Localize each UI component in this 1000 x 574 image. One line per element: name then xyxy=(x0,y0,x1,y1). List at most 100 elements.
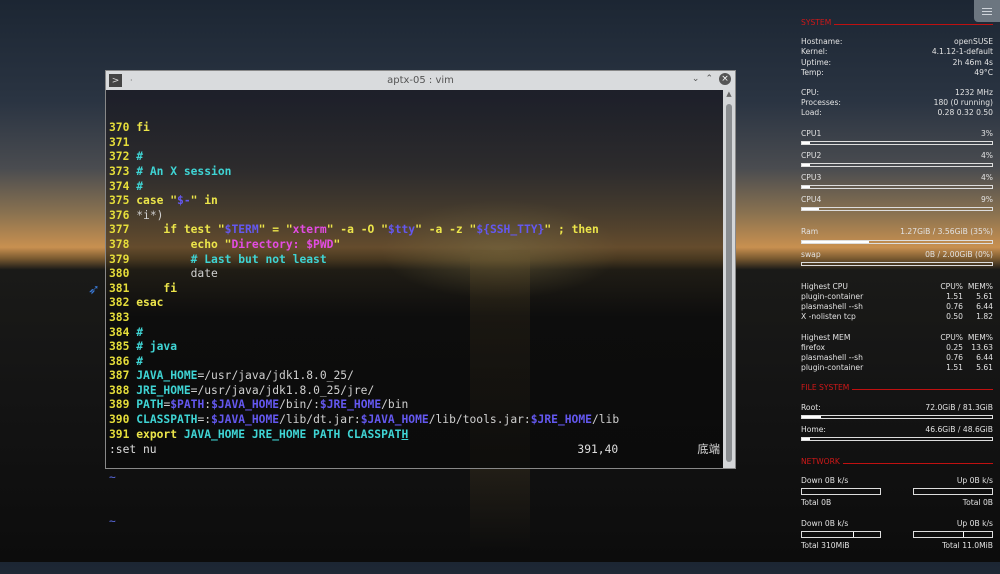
code-token: Directory: $PWD xyxy=(231,237,334,251)
info-label: Temp: xyxy=(801,67,824,77)
code-line: 383 xyxy=(109,311,720,326)
code-token: $JAVA_HOME xyxy=(360,413,429,427)
filesystem-row: Home: 46.6GiB / 48.6GiB xyxy=(801,425,993,435)
code-token: # xyxy=(136,150,144,164)
network-down-column: Down 0B k/s Total 310MiB xyxy=(801,519,881,551)
system-header: SYSTEM xyxy=(801,18,993,28)
cpu-bar-fill xyxy=(802,141,810,144)
code-token: $- xyxy=(177,194,191,208)
code-token: H xyxy=(401,427,409,441)
memory-label: Ram xyxy=(801,227,819,237)
cpu-row: CPU1 3% xyxy=(801,129,993,139)
process-row: plasmashell --sh 0.76 6.44 xyxy=(801,302,993,312)
info-value: 180 (0 running) xyxy=(933,98,993,108)
table-title: Highest MEM xyxy=(801,332,851,342)
maximize-button[interactable]: ⌃ xyxy=(705,74,713,84)
scroll-position: 底端 xyxy=(697,443,720,457)
code-token: JAVA_HOME JRE_HOME PATH CLASSPAT xyxy=(183,427,402,441)
code-line: 386 # xyxy=(109,355,720,370)
line-number: 386 xyxy=(109,354,130,368)
mouse-pointer-icon: ➶ xyxy=(88,282,100,298)
code-token: CLASSPATH xyxy=(136,413,198,427)
memory-value: 1.27GiB / 3.56GiB (35%) xyxy=(900,227,993,237)
command-line[interactable]: :set nu xyxy=(109,443,157,458)
code-line: 375 case "$-" in xyxy=(109,194,720,209)
line-number: 384 xyxy=(109,325,130,339)
info-value: 1232 MHz xyxy=(955,88,993,98)
cpu-label: CPU3 xyxy=(801,173,822,183)
network-interface: Down 0B k/s Total 310MiB Up 0B k/s Total 11… xyxy=(801,519,993,551)
title-bar[interactable]: > · aptx-05 : vim ⌄ ⌃ × xyxy=(106,71,735,90)
cpu-label: CPU1 xyxy=(801,128,822,138)
code-token: fi xyxy=(136,121,150,135)
network-graph-peak xyxy=(852,531,854,537)
network-header: NETWORK xyxy=(801,457,993,467)
code-token: " ; then xyxy=(544,223,599,237)
code-line: 378 echo "Directory: $PWD" xyxy=(109,238,720,253)
process-mem: 5.61 xyxy=(976,363,993,373)
code-line: 387 JAVA_HOME=/usr/java/jdk1.8.0_25/ xyxy=(109,369,720,384)
network-rate: Down 0B k/s xyxy=(801,476,849,486)
filesystem-value: 46.6GiB / 48.6GiB xyxy=(925,424,993,434)
line-number: 378 xyxy=(109,237,130,251)
line-number: 380 xyxy=(109,267,130,281)
code-line: 376 *i*) xyxy=(109,209,720,224)
scrollbar[interactable]: ▲ xyxy=(723,90,735,468)
network-graph-peak xyxy=(963,531,965,537)
process-cpu: 0.50 xyxy=(946,312,963,322)
code-line: 381 fi xyxy=(109,282,720,297)
scrollbar-thumb[interactable] xyxy=(726,104,732,462)
network-total: Total 11.0MiB xyxy=(942,540,993,550)
cpu-bar xyxy=(801,140,993,145)
memory-bar-fill xyxy=(802,240,869,243)
cpu-label: CPU2 xyxy=(801,150,822,160)
code-line: 373 # An X session xyxy=(109,165,720,180)
code-token: esac xyxy=(136,296,164,310)
code-token: *i*) xyxy=(136,208,164,222)
line-number: 375 xyxy=(109,194,130,208)
code-line: 370 fi xyxy=(109,121,720,136)
scroll-up-icon[interactable]: ▲ xyxy=(723,90,735,102)
code-line: 390 CLASSPATH=:$JAVA_HOME/lib/dt.jar:$JA… xyxy=(109,413,720,428)
code-token: /bin xyxy=(381,398,409,412)
column-header: CPU% xyxy=(940,332,963,342)
info-value: 49°C xyxy=(974,67,993,77)
network-rate: Down 0B k/s xyxy=(801,518,849,528)
info-label: CPU: xyxy=(801,88,819,98)
code-token: case " xyxy=(136,194,178,208)
column-header: CPU% xyxy=(940,281,963,291)
window-title: aptx-05 : vim xyxy=(387,75,454,86)
line-number: 373 xyxy=(109,164,130,178)
code-token: fi xyxy=(136,281,178,295)
file-system-header: FILE SYSTEM xyxy=(801,383,993,393)
info-label: Processes: xyxy=(801,98,841,108)
column-header: MEM% xyxy=(967,281,993,291)
code-token: " -a -z " xyxy=(415,223,477,237)
code-token: /lib/dt.jar: xyxy=(279,413,361,427)
code-token: # xyxy=(136,354,144,368)
close-button[interactable]: × xyxy=(719,73,731,85)
code-line: 382 esac xyxy=(109,296,720,311)
code-token: /lib xyxy=(591,413,620,427)
table-title: Highest CPU xyxy=(801,281,848,291)
filesystem-label: Home: xyxy=(801,424,826,434)
memory-bar xyxy=(801,239,993,244)
network-up-column: Up 0B k/s Total 11.0MiB xyxy=(913,519,993,551)
info-value: 2h 46m 4s xyxy=(952,57,993,67)
info-row: Uptime: 2h 46m 4s xyxy=(801,58,993,68)
minimize-button[interactable]: ⌄ xyxy=(692,74,700,84)
filesystem-row: Root: 72.0GiB / 81.3GiB xyxy=(801,403,993,413)
code-line: 372 # xyxy=(109,150,720,165)
line-number: 371 xyxy=(109,135,130,149)
process-mem: 5.61 xyxy=(976,292,993,302)
vim-editor[interactable]: 370 fi 371 372 #373 # An X session 374 #37… xyxy=(106,90,723,528)
code-token: JAVA_HOME xyxy=(136,369,198,383)
code-line: 391 export JAVA_HOME JRE_HOME PATH CLASS… xyxy=(109,428,720,443)
info-row: Hostname: openSUSE xyxy=(801,37,993,47)
code-token: $JAVA_HOME xyxy=(211,413,280,427)
code-token: # Last but not least xyxy=(136,252,327,266)
code-line: 380 date xyxy=(109,267,720,282)
info-row: CPU: 1232 MHz xyxy=(801,88,993,98)
line-number: 382 xyxy=(109,296,130,310)
network-total: Total 0B xyxy=(801,498,832,508)
